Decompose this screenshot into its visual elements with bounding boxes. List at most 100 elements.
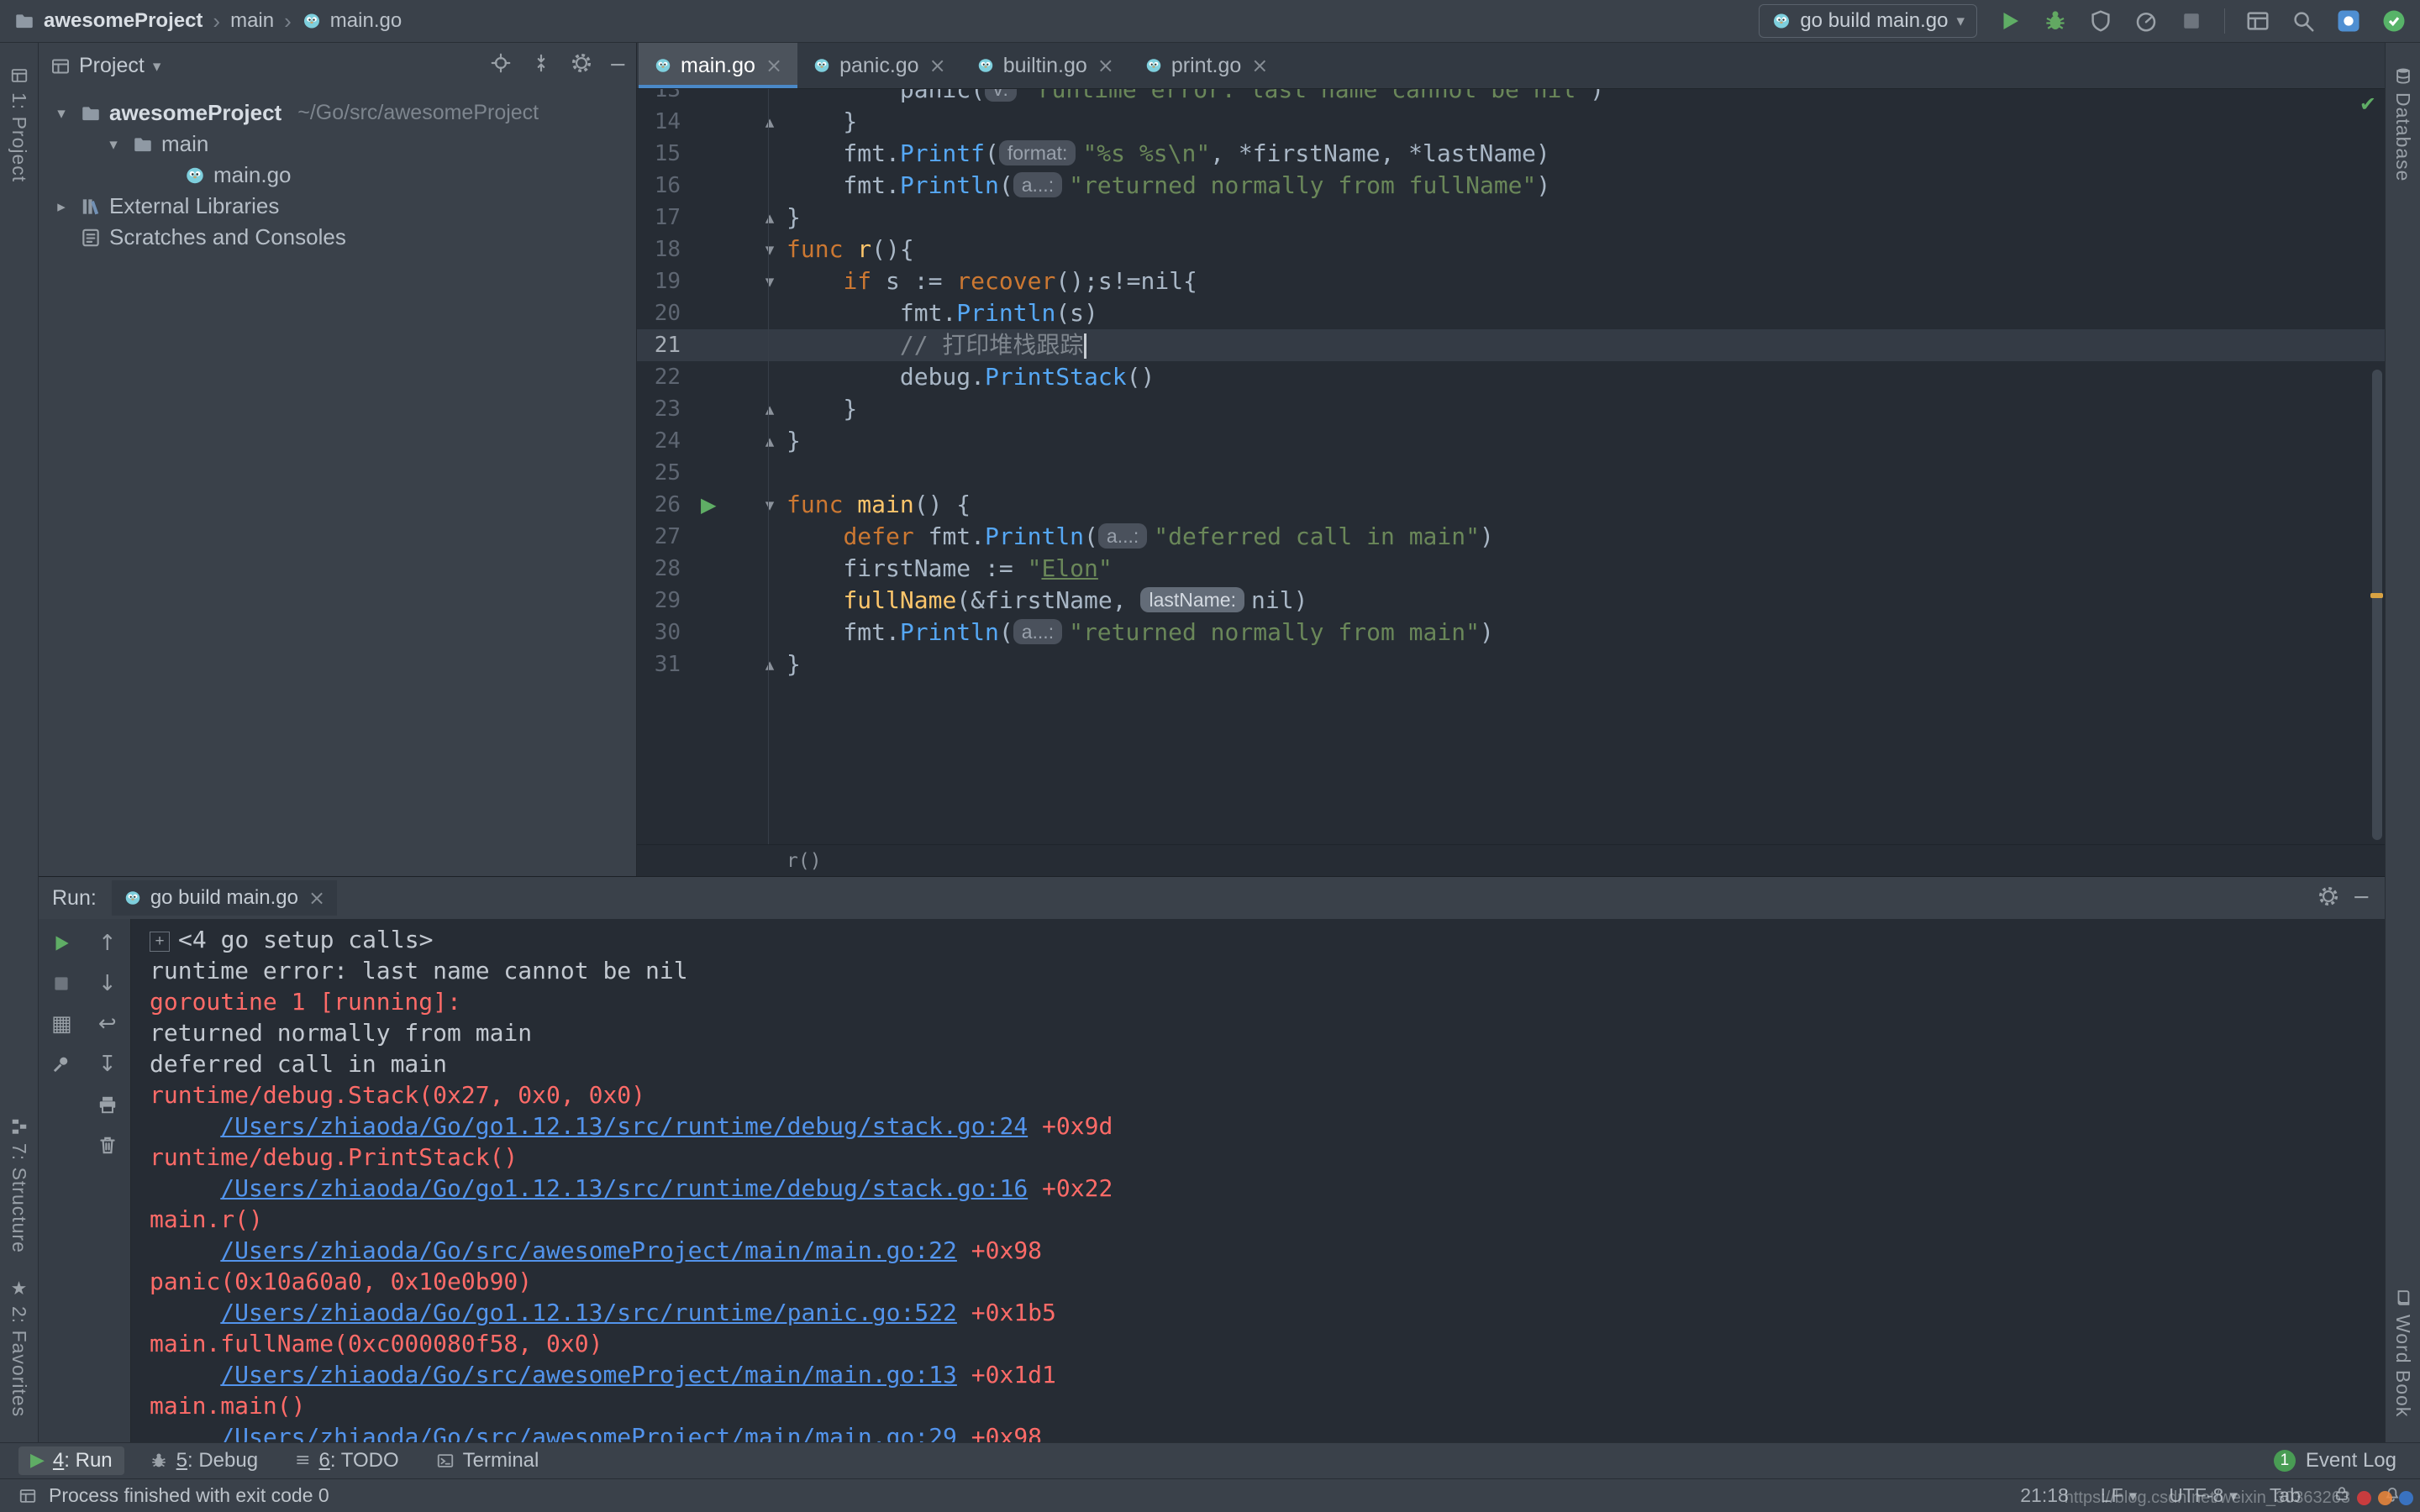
code-line-16[interactable]: 16 fmt.Println(a...:"returned normally f… <box>637 170 2385 202</box>
chevron-down-icon[interactable]: ▾ <box>103 135 124 154</box>
expand-icon[interactable]: + <box>150 932 170 952</box>
close-icon[interactable]: × <box>308 886 325 910</box>
code-line-26[interactable]: 26▶▾func main() { <box>637 489 2385 521</box>
chevron-down-icon[interactable]: ▾ <box>153 57 161 76</box>
gutter[interactable] <box>681 89 780 106</box>
gutter[interactable] <box>681 361 780 393</box>
arrow-up-button[interactable]: ↑ <box>98 929 117 958</box>
code-line-31[interactable]: 31▴} <box>637 648 2385 680</box>
line-number[interactable]: 16 <box>637 170 681 202</box>
caret-position[interactable]: 21:18 <box>2020 1484 2069 1507</box>
gear-button[interactable] <box>571 52 592 80</box>
tree-item-main.go[interactable]: main.go <box>39 160 636 191</box>
soft-wrap-button[interactable]: ↩ <box>98 1010 117 1038</box>
line-number[interactable]: 22 <box>637 361 681 393</box>
code-line-13[interactable]: 13 panic(v:"runtime error: last name can… <box>637 89 2385 106</box>
stack-trace-link[interactable]: /Users/zhiaoda/Go/src/awesomeProject/mai… <box>220 1361 957 1389</box>
breadcrumb-item[interactable]: main <box>230 9 274 33</box>
trash-button[interactable] <box>97 1131 118 1159</box>
gutter[interactable] <box>681 617 780 648</box>
gutter[interactable]: ▾ <box>681 234 780 265</box>
code-line-14[interactable]: 14▴ } <box>637 106 2385 138</box>
gutter[interactable] <box>681 457 780 489</box>
fold-down-icon[interactable]: ▾ <box>755 489 785 521</box>
line-number[interactable]: 23 <box>637 393 681 425</box>
project-view-title[interactable]: Project <box>79 54 145 78</box>
toolwindow-button-6-todo[interactable]: ≡6: TODO <box>283 1446 411 1475</box>
close-icon[interactable]: × <box>1251 54 1268 77</box>
run-console[interactable]: +<4 go setup calls>runtime error: last n… <box>131 919 2385 1442</box>
code-line-17[interactable]: 17▴} <box>637 202 2385 234</box>
fold-down-icon[interactable]: ▾ <box>755 234 785 265</box>
code-line-22[interactable]: 22 debug.PrintStack() <box>637 361 2385 393</box>
editor-scrollbar[interactable] <box>2372 370 2382 840</box>
print-button[interactable] <box>97 1090 118 1119</box>
minimize-button[interactable]: ─ <box>2354 887 2368 909</box>
gutter[interactable]: ▴ <box>681 648 780 680</box>
lock-button[interactable] <box>2333 1484 2351 1508</box>
app-blue-button[interactable] <box>2336 8 2361 34</box>
indent-style[interactable]: Tab <box>2270 1484 2301 1507</box>
line-number[interactable]: 30 <box>637 617 681 648</box>
gutter[interactable] <box>681 297 780 329</box>
line-number[interactable]: 29 <box>637 585 681 617</box>
stripe-button-database[interactable]: Database <box>2391 66 2414 181</box>
code-line-29[interactable]: 29 fullName(&firstName, lastName:nil) <box>637 585 2385 617</box>
notifications-button[interactable] <box>2383 1484 2402 1508</box>
arrow-down-button[interactable]: ↓ <box>98 969 117 998</box>
code-line-27[interactable]: 27 defer fmt.Println(a...:"deferred call… <box>637 521 2385 553</box>
stop-button[interactable] <box>50 969 72 998</box>
line-number[interactable]: 27 <box>637 521 681 553</box>
stripe-button-7-structure[interactable]: 7: Structure <box>8 1117 30 1253</box>
line-number[interactable]: 21 <box>637 329 681 361</box>
gear-button[interactable] <box>2317 885 2339 911</box>
grid-button[interactable]: ▦ <box>51 1010 72 1038</box>
close-icon[interactable]: × <box>929 54 946 77</box>
line-number[interactable]: 17 <box>637 202 681 234</box>
breadcrumb-item[interactable]: main.go <box>330 9 402 33</box>
gutter[interactable] <box>681 521 780 553</box>
code-line-19[interactable]: 19▾ if s := recover();s!=nil{ <box>637 265 2385 297</box>
pin-button[interactable] <box>50 1050 72 1079</box>
chevron-down-icon[interactable]: ▾ <box>50 104 72 123</box>
close-icon[interactable]: × <box>765 54 782 77</box>
line-number[interactable]: 19 <box>637 265 681 297</box>
gutter[interactable] <box>681 553 780 585</box>
stack-trace-link[interactable]: /Users/zhiaoda/Go/src/awesomeProject/mai… <box>220 1236 957 1264</box>
gutter[interactable] <box>681 170 780 202</box>
line-number[interactable]: 15 <box>637 138 681 170</box>
window-button[interactable] <box>2245 8 2270 34</box>
collapse-button[interactable] <box>530 52 552 80</box>
gutter[interactable]: ▾ <box>681 265 780 297</box>
tree-item-external-libraries[interactable]: ▸External Libraries <box>39 191 636 222</box>
debug-button[interactable] <box>2043 8 2068 34</box>
warning-stripe-mark[interactable] <box>2370 593 2383 598</box>
code-line-28[interactable]: 28 firstName := "Elon" <box>637 553 2385 585</box>
toolwindow-button-5-debug[interactable]: 5: Debug <box>138 1446 270 1475</box>
search-button[interactable] <box>2291 8 2316 34</box>
fold-up-icon[interactable]: ▴ <box>755 425 785 457</box>
event-log-button[interactable]: 1Event Log <box>2274 1449 2396 1473</box>
code-line-20[interactable]: 20 fmt.Println(s) <box>637 297 2385 329</box>
line-number[interactable]: 28 <box>637 553 681 585</box>
breadcrumb-item[interactable]: awesomeProject <box>44 9 203 33</box>
minimize-button[interactable]: ─ <box>611 54 624 78</box>
stack-trace-link[interactable]: /Users/zhiaoda/Go/go1.12.13/src/runtime/… <box>220 1112 1028 1140</box>
scroll-end-button[interactable]: ↧ <box>98 1050 117 1079</box>
gutter[interactable] <box>681 585 780 617</box>
stack-trace-link[interactable]: /Users/zhiaoda/Go/go1.12.13/src/runtime/… <box>220 1174 1028 1202</box>
encoding-selector[interactable]: UTF-8 ▾ <box>2169 1484 2238 1507</box>
line-separator-selector[interactable]: LF ▾ <box>2101 1484 2137 1507</box>
run-button[interactable] <box>1997 8 2023 34</box>
line-number[interactable]: 14 <box>637 106 681 138</box>
profiler-button[interactable] <box>2133 8 2159 34</box>
breadcrumb-function[interactable]: r() <box>786 850 822 872</box>
gutter[interactable]: ▴ <box>681 425 780 457</box>
run-line-icon[interactable]: ▶ <box>701 489 716 521</box>
stripe-button-word-book[interactable]: Word Book <box>2391 1289 2414 1417</box>
stack-trace-link[interactable]: /Users/zhiaoda/Go/src/awesomeProject/mai… <box>220 1423 957 1442</box>
gutter[interactable] <box>681 329 780 361</box>
code-line-23[interactable]: 23▴ } <box>637 393 2385 425</box>
line-number[interactable]: 26 <box>637 489 681 521</box>
line-number[interactable]: 24 <box>637 425 681 457</box>
